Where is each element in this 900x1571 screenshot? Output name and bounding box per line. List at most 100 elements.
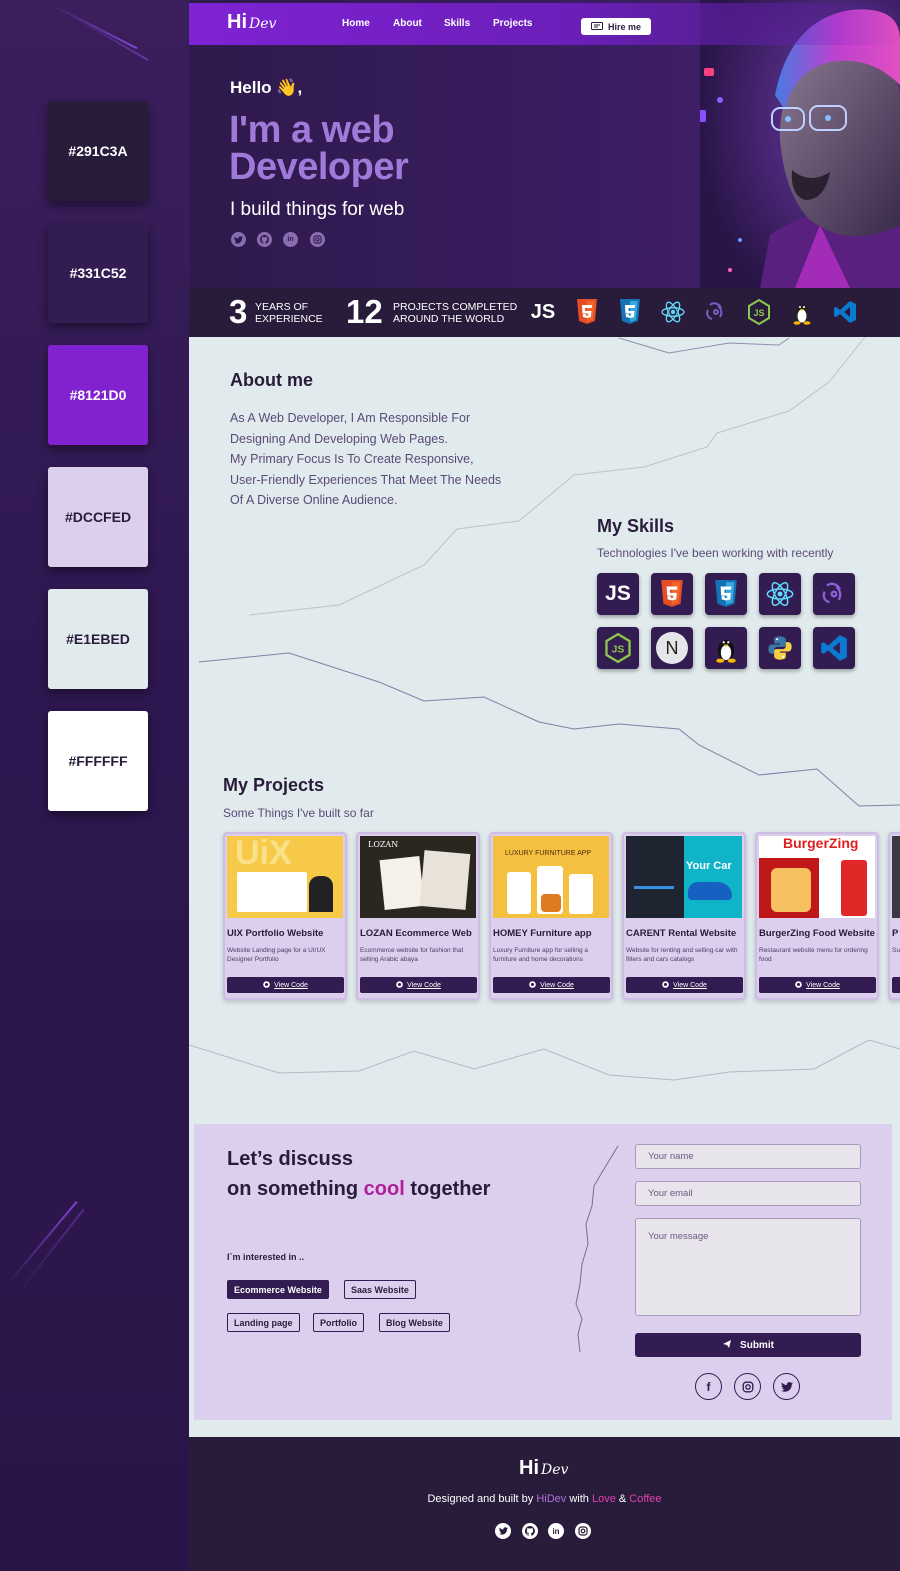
svg-text:JS: JS (612, 645, 625, 656)
footer-credit: Designed and built by HiDev with Love & … (189, 1493, 900, 1505)
about-text: As A Web Developer, I Am Responsible For… (230, 408, 510, 511)
projects-label: PROJECTS COMPLETED AROUND THE WORLD (393, 301, 517, 325)
nav-projects-link[interactable]: Projects (493, 18, 532, 29)
footer-logo[interactable]: Hi Dev (519, 1457, 568, 1480)
decorative-crack-line (575, 1145, 619, 1353)
nav-skills-link[interactable]: Skills (444, 18, 470, 29)
swatch-label: #DCCFED (64, 509, 132, 525)
id-card-icon (590, 21, 603, 32)
footer: Hi Dev Designed and built by HiDev with … (189, 1437, 900, 1571)
chip-saas-website[interactable]: Saas Website (344, 1280, 416, 1299)
css3-icon (705, 573, 747, 615)
color-swatch: #8121D0 (48, 345, 148, 445)
about-line: As A Web Developer, I Am Responsible For (230, 411, 471, 425)
react-icon (660, 299, 686, 325)
project-card[interactable]: LUXURY FURNITURE APP HOMEY Furniture app… (489, 832, 613, 1000)
years-label: YEARS OF EXPERIENCE (255, 301, 323, 325)
github-icon[interactable] (522, 1523, 538, 1539)
view-code-button[interactable]: View Code (493, 977, 610, 993)
view-code-button[interactable]: View Code (360, 977, 477, 993)
years-label-line1: YEARS OF (255, 301, 309, 313)
project-card[interactable]: Your Car CARENT Rental Website Website f… (622, 832, 746, 1000)
credit-pre: Designed and built by (427, 1493, 537, 1505)
thumb-text: LOZAN (368, 840, 399, 849)
hero-headline: I'm a web Developer (229, 109, 409, 188)
credit-amp: & (615, 1493, 630, 1505)
decorative-line (15, 1208, 85, 1297)
contact-section: Let’s discuss on something cool together… (194, 1124, 892, 1420)
view-code-button[interactable]: View Code (227, 977, 344, 993)
logo[interactable]: Hi Dev (227, 11, 276, 34)
facebook-icon[interactable]: f (695, 1373, 722, 1400)
project-card[interactable]: LOZAN LOZAN Ecommerce Web Ecommerce webs… (356, 832, 480, 1000)
view-code-label: View Code (673, 981, 707, 989)
swatch-label: #FFFFFF (68, 753, 128, 769)
project-card[interactable]: BurgerZing BurgerZing Food Website Resta… (755, 832, 879, 1000)
projects-subtitle: Some Things I've built so far (223, 806, 374, 820)
chip-landing-page[interactable]: Landing page (227, 1313, 300, 1332)
redux-icon (813, 573, 855, 615)
project-card[interactable]: P Su g (888, 832, 900, 1000)
logo-sub: Dev (249, 16, 277, 32)
name-field[interactable]: Your name (635, 1144, 861, 1169)
linux-icon (789, 299, 815, 325)
nextjs-icon: N (651, 627, 693, 669)
view-code-button[interactable]: View Code (626, 977, 743, 993)
github-icon[interactable] (257, 232, 272, 247)
project-description: Website Landing page for a UI/UX Designe… (227, 947, 326, 963)
javascript-icon: JS (597, 573, 639, 615)
project-thumbnail (892, 836, 900, 918)
instagram-icon[interactable] (575, 1523, 591, 1539)
swatch-label: #E1EBED (66, 631, 130, 647)
github-icon (396, 980, 403, 990)
color-swatch: #E1EBED (48, 589, 148, 689)
credit-mid: with (566, 1493, 592, 1505)
instagram-icon[interactable] (310, 232, 325, 247)
swatch-label: #291C3A (68, 143, 128, 159)
submit-label: Submit (740, 1339, 774, 1351)
chip-blog-website[interactable]: Blog Website (379, 1313, 450, 1332)
view-code-button[interactable]: View Code (759, 977, 876, 993)
swatch-label: #331C52 (69, 265, 127, 281)
svg-text:JS: JS (753, 308, 764, 318)
nav-about-link[interactable]: About (393, 18, 422, 29)
about-line: My Primary Focus Is To Create Responsive… (230, 452, 474, 467)
about-line: Designing And Developing Web Pages. (230, 431, 448, 446)
send-icon (722, 1339, 732, 1352)
projects-label-line2: AROUND THE WORLD (393, 313, 505, 325)
twitter-icon[interactable] (231, 232, 246, 247)
chip-ecommerce-website[interactable]: Ecommerce Website (227, 1280, 329, 1299)
thumb-text: Your Car (686, 860, 732, 872)
project-thumbnail: LOZAN (360, 836, 476, 918)
chip-portfolio[interactable]: Portfolio (313, 1313, 364, 1332)
github-icon (263, 980, 270, 990)
nav-home-link[interactable]: Home (342, 18, 370, 29)
view-code-label: View Code (407, 981, 441, 989)
credit-love: Love (591, 1493, 616, 1505)
credit-name: HiDev (536, 1493, 567, 1505)
redux-icon (703, 299, 729, 325)
project-card[interactable]: UiX UIX Portfolio Website Website Landin… (223, 832, 347, 1000)
email-field[interactable]: Your email (635, 1181, 861, 1206)
project-thumbnail: BurgerZing (759, 836, 875, 918)
projects-number: 12 (346, 293, 383, 330)
instagram-icon[interactable] (734, 1373, 761, 1400)
linkedin-icon[interactable]: in (548, 1523, 564, 1539)
project-title: CARENT Rental Website (626, 928, 737, 939)
message-field[interactable]: Your message (635, 1218, 861, 1316)
project-description: Luxury Furniture app for selling a furni… (493, 947, 589, 963)
twitter-icon[interactable] (773, 1373, 800, 1400)
color-swatch: #291C3A (48, 101, 148, 201)
python-icon (759, 627, 801, 669)
twitter-icon[interactable] (495, 1523, 511, 1539)
hero-section: Hi Dev Home About Skills Projects Hire m… (189, 0, 900, 288)
years-label-line2: EXPERIENCE (255, 313, 323, 325)
linkedin-icon[interactable]: in (283, 232, 298, 247)
projects-title: My Projects (223, 775, 325, 795)
heading-post: together (404, 1178, 491, 1200)
submit-button[interactable]: Submit (635, 1333, 861, 1357)
hire-me-button[interactable]: Hire me (581, 18, 651, 35)
projects-label-line1: PROJECTS COMPLETED (393, 301, 518, 313)
logo-main: Hi (227, 11, 247, 33)
view-code-button[interactable] (892, 977, 900, 993)
